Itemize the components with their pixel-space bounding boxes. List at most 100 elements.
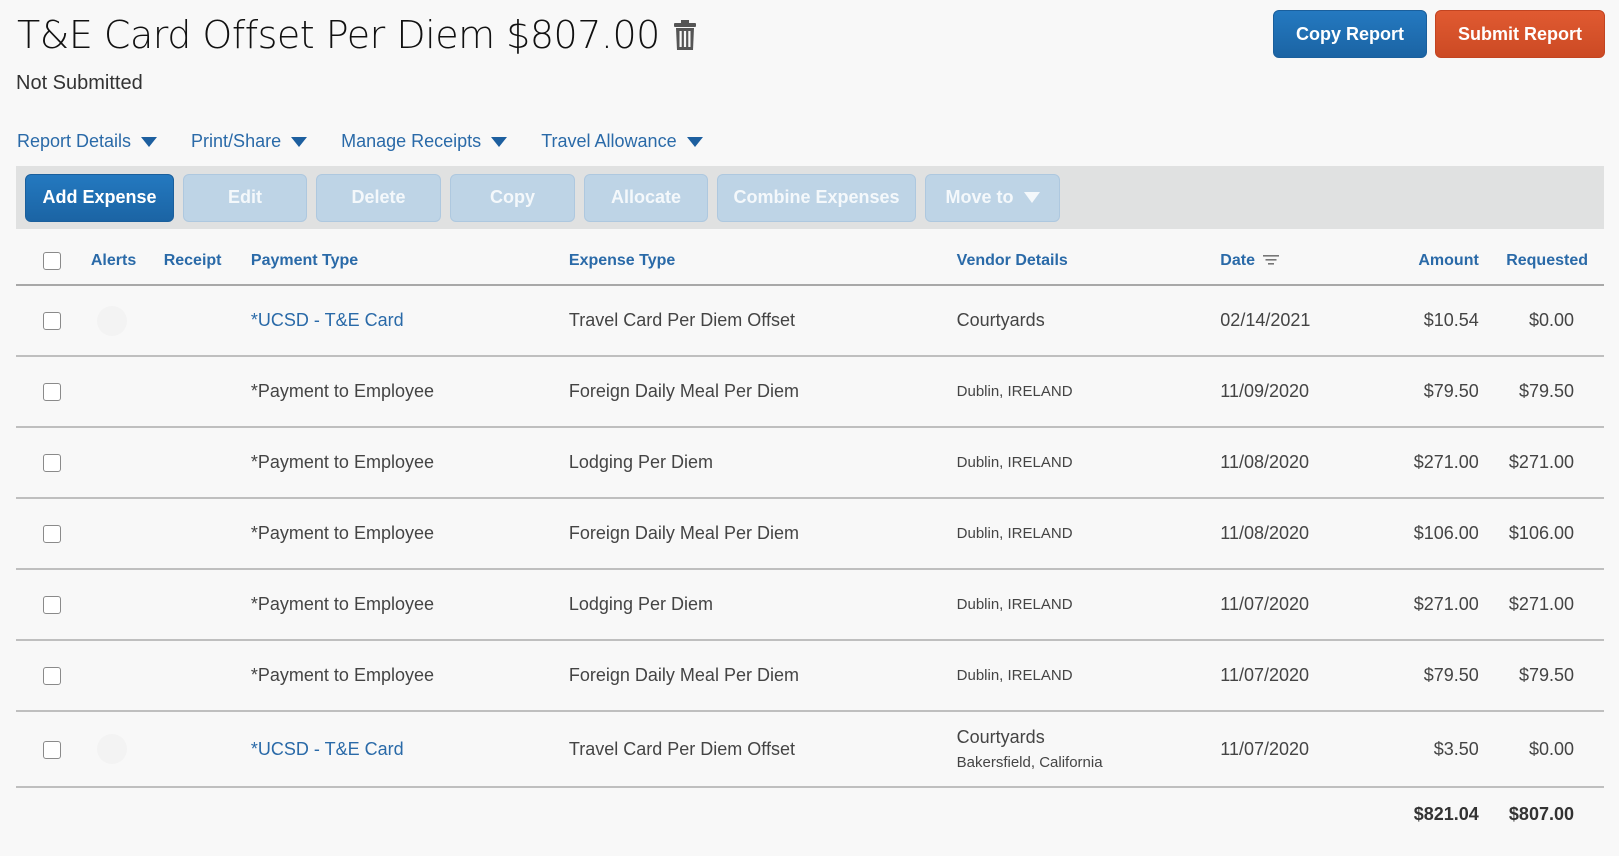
menu-label: Manage Receipts [341,131,482,151]
total-amount: $821.04 [1413,803,1479,824]
expense-date: 11/08/2020 [1220,427,1385,499]
alerts-cell [90,569,164,641]
menu-label: Report Details [17,131,132,151]
caret-down-icon [491,136,508,147]
col-requested[interactable]: Requested [1478,238,1604,286]
col-date[interactable]: Date [1220,238,1385,286]
expense-date: 11/09/2020 [1220,356,1385,428]
totals-row: $821.04 $807.00 [16,787,1604,840]
col-payment-type[interactable]: Payment Type [250,238,569,286]
row-checkbox[interactable] [43,740,61,759]
alert-icon [96,734,127,764]
payment-type: *Payment to Employee [250,356,569,428]
receipt-cell [163,640,251,712]
payment-type-link[interactable]: *UCSD - T&E Card [251,739,404,759]
vendor-location: Dublin, IRELAND [956,356,1221,428]
alerts-cell [90,498,164,570]
row-checkbox[interactable] [43,525,61,544]
expense-date: 02/14/2021 [1220,285,1385,357]
requested: $0.00 [1478,711,1604,788]
menu-print-share[interactable]: Print/Share [191,131,308,152]
copy-report-button[interactable]: Copy Report [1273,10,1427,58]
requested: $0.00 [1478,285,1604,357]
col-amount[interactable]: Amount [1384,238,1479,286]
table-row[interactable]: *Payment to Employee Lodging Per Diem Du… [16,427,1604,499]
vendor-location: Dublin, IRELAND [956,427,1221,499]
menu-travel-allowance[interactable]: Travel Allowance [541,131,703,152]
submit-report-button[interactable]: Submit Report [1435,10,1605,58]
row-checkbox[interactable] [43,312,61,331]
add-expense-button[interactable]: Add Expense [25,173,174,222]
alerts-cell [90,427,164,499]
expense-type: Foreign Daily Meal Per Diem [568,356,957,428]
col-alerts[interactable]: Alerts [90,238,164,286]
row-checkbox[interactable] [43,596,61,615]
select-all-checkbox[interactable] [43,251,61,270]
receipt-cell [163,356,251,428]
payment-type: *Payment to Employee [250,640,569,712]
table-row[interactable]: *Payment to Employee Foreign Daily Meal … [16,640,1604,712]
row-checkbox[interactable] [43,383,61,402]
payment-type-link[interactable]: *UCSD - T&E Card [251,310,404,330]
row-checkbox[interactable] [43,667,61,686]
col-vendor-details[interactable]: Vendor Details [956,238,1221,286]
requested: $79.50 [1478,640,1604,712]
receipt-cell [163,498,251,570]
expense-date: 11/07/2020 [1220,711,1385,788]
report-status: Not Submitted [16,72,143,94]
alert-icon [96,305,127,336]
delete-button[interactable]: Delete [316,173,441,222]
report-header: T&E Card Offset Per Diem $807.00 [17,10,696,60]
requested: $79.50 [1478,356,1604,428]
payment-type: *Payment to Employee [250,569,569,641]
move-to-label: Move to [945,187,1014,207]
vendor-location: Dublin, IRELAND [956,640,1221,712]
alerts-cell [90,356,164,428]
table-row[interactable]: *Payment to Employee Foreign Daily Meal … [16,356,1604,428]
amount: $271.00 [1384,427,1479,499]
payment-type: *Payment to Employee [250,498,569,570]
receipt-cell [163,427,251,499]
allocate-button[interactable]: Allocate [584,173,708,222]
total-requested: $807.00 [1508,803,1574,824]
col-date-label: Date [1220,252,1255,269]
vendor-location: Dublin, IRELAND [956,498,1221,570]
vendor-name: Courtyards [956,285,1221,357]
caret-down-icon [686,136,703,147]
payment-type: *Payment to Employee [250,427,569,499]
table-row[interactable]: *UCSD - T&E Card Travel Card Per Diem Of… [16,285,1604,357]
trash-icon [673,20,696,50]
menu-label: Print/Share [191,131,282,151]
caret-down-icon [291,136,308,147]
vendor-details: Courtyards Bakersfield, California [956,711,1221,788]
menu-label: Travel Allowance [541,131,677,151]
table-row[interactable]: *Payment to Employee Lodging Per Diem Du… [16,569,1604,641]
page-title: T&E Card Offset Per Diem $807.00 [17,13,660,57]
caret-down-icon [141,136,158,147]
requested: $271.00 [1478,427,1604,499]
copy-button[interactable]: Copy [450,173,575,222]
table-row[interactable]: *UCSD - T&E Card Travel Card Per Diem Of… [16,711,1604,788]
edit-button[interactable]: Edit [183,173,307,222]
expense-type: Foreign Daily Meal Per Diem [568,498,957,570]
menu-manage-receipts[interactable]: Manage Receipts [341,131,508,152]
row-checkbox[interactable] [43,454,61,473]
receipt-cell [163,285,251,357]
menu-report-details[interactable]: Report Details [17,131,158,152]
sort-filter-icon[interactable] [1263,254,1280,267]
amount: $79.50 [1384,640,1479,712]
combine-expenses-button[interactable]: Combine Expenses [717,173,916,222]
expense-type: Foreign Daily Meal Per Diem [568,640,957,712]
col-receipt[interactable]: Receipt [163,238,251,286]
alerts-cell [90,640,164,712]
report-actions: Copy Report Submit Report [1273,10,1605,58]
col-expense-type[interactable]: Expense Type [568,238,957,286]
amount: $79.50 [1384,356,1479,428]
expense-date: 11/07/2020 [1220,569,1385,641]
table-row[interactable]: *Payment to Employee Foreign Daily Meal … [16,498,1604,570]
move-to-button[interactable]: Move to [925,173,1060,222]
vendor-name: Courtyards [956,727,1045,747]
expense-toolbar: Add Expense Edit Delete Copy Allocate Co… [16,166,1604,229]
amount: $106.00 [1384,498,1479,570]
delete-report-button[interactable] [673,20,696,50]
